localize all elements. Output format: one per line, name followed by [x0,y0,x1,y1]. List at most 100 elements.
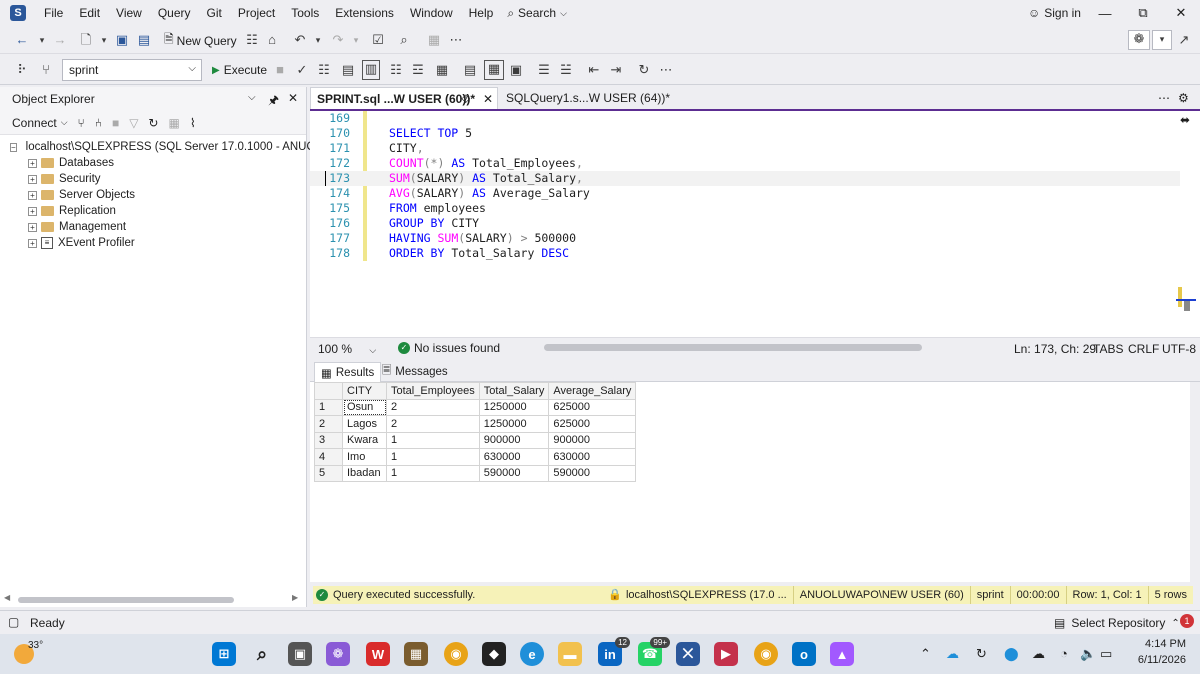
menu-git[interactable]: Git [199,6,230,20]
save-icon[interactable]: ▣ [114,32,130,48]
table-cell[interactable]: Imo [342,448,387,466]
cursor-position[interactable]: Ln: 173, Ch: 29 [1014,342,1096,356]
results-to-file-icon[interactable]: ▣ [508,62,524,78]
menu-file[interactable]: File [36,6,71,20]
table-cell[interactable]: Kwara [342,431,387,449]
specify-values-icon[interactable]: ↻ [636,62,652,78]
tree-node-databases[interactable]: + Databases [10,155,306,171]
column-header[interactable]: Average_Salary [548,382,637,400]
menu-query[interactable]: Query [150,6,199,20]
filter-icon[interactable]: ▽ [129,116,138,130]
find-icon[interactable]: ⌕ [396,32,412,48]
table-cell[interactable]: 1 [386,448,480,466]
table-cell[interactable]: 630000 [548,448,637,466]
chevron-down-icon[interactable]: ⌵ [248,92,256,103]
tab-results[interactable]: ▦ Results [314,362,382,382]
clock-date[interactable]: 6/11/2026 [1126,654,1186,666]
zoom-select[interactable]: 100 % ⌵ [318,342,376,356]
estimated-plan-icon[interactable]: ☷ [316,62,332,78]
row-number[interactable]: 2 [314,415,343,433]
table-cell[interactable]: 1 [386,464,480,482]
new-query-button[interactable]: 🗎 New Query [164,30,237,51]
outdent-icon[interactable]: ⇤ [586,62,602,78]
tree-node-replication[interactable]: + Replication [10,203,306,219]
undo-icon[interactable]: ↶ [292,32,308,48]
tab-messages[interactable]: 🗏 Messages [376,362,454,382]
canva-icon[interactable]: ▲ [830,642,854,666]
horizontal-scrollbar[interactable]: ◀ ▶ [4,593,302,605]
notifications-icon[interactable]: ▢ [8,615,19,629]
query-options-icon[interactable]: ▥ [362,60,380,80]
pin-icon[interactable]: ⯑ [461,92,470,107]
app-icon[interactable]: ▶ [714,642,738,666]
menu-view[interactable]: View [108,6,150,20]
menu-edit[interactable]: Edit [71,6,108,20]
table-cell[interactable]: Ibadan [342,464,387,482]
close-icon[interactable]: ✕ [483,92,493,106]
parse-check-icon[interactable]: ✓ [294,62,310,78]
chevron-up-icon[interactable]: ⌃ [920,646,931,662]
select-repository-button[interactable]: ▤ Select Repository ⌃ [1054,616,1180,630]
summary-icon[interactable]: ▦ [168,116,179,130]
app-tray-icon[interactable]: ⬤ [1004,646,1019,662]
table-row[interactable]: 5 Ibadan 1 590000 590000 [314,464,637,482]
row-number[interactable]: 3 [314,431,343,449]
connect-icon[interactable]: ⑂ [78,116,85,130]
database-select[interactable]: sprint ⌵ [62,59,202,81]
table-cell[interactable]: 625000 [548,415,637,433]
scroll-left-icon[interactable]: ◀ [4,593,10,602]
store-icon[interactable]: ▦ [404,642,428,666]
clock-time[interactable]: 4:14 PM [1134,638,1186,650]
table-cell[interactable]: 625000 [548,398,637,416]
column-header[interactable]: Total_Employees [386,382,480,400]
scrollbar-thumb[interactable] [1184,301,1190,311]
start-icon[interactable]: ⊞ [212,642,236,666]
more-icon[interactable]: ⋯ [448,32,464,48]
app-icon[interactable]: ◆ [482,642,506,666]
row-number[interactable]: 5 [314,464,343,482]
row-number-header[interactable] [314,382,343,400]
comment-icon[interactable]: ☰ [536,62,552,78]
table-cell[interactable]: 900000 [478,431,550,449]
save-all-icon[interactable]: ▤ [136,32,152,48]
volume-icon[interactable]: 🔈 [1080,646,1096,662]
scroll-right-icon[interactable]: ▶ [292,593,298,602]
properties-icon[interactable]: ▦ [426,32,442,48]
include-plan-icon[interactable]: ☷ [388,62,404,78]
wps-office-icon[interactable]: W [366,642,390,666]
minimize-icon[interactable]: — [1086,0,1124,26]
table-cell[interactable]: Osun [342,398,387,416]
expand-icon[interactable]: + [28,158,37,168]
table-cell[interactable]: 900000 [548,431,637,449]
table-cell[interactable]: 1250000 [478,398,550,416]
menu-tools[interactable]: Tools [283,6,327,20]
client-stats-icon[interactable]: ▦ [434,62,450,78]
new-file-icon[interactable]: 🗋 [78,32,94,48]
connect-icon[interactable]: ⑂ [38,62,54,78]
gear-icon[interactable]: ⚙ [1178,91,1189,105]
chevron-down-icon[interactable]: ▾ [1152,30,1172,50]
close-icon[interactable]: ✕ [288,91,298,105]
search-icon[interactable]: ⌕ [250,642,274,666]
pin-icon[interactable]: 🖈 [268,91,279,112]
file-explorer-icon[interactable]: ▬ [558,642,582,666]
task-view-icon[interactable]: ▣ [288,642,312,666]
tab-sqlquery1[interactable]: SQLQuery1.s...W USER (64))* [500,87,676,109]
table-cell[interactable]: 590000 [478,464,550,482]
issues-indicator[interactable]: ✓ No issues found [398,341,500,355]
table-cell[interactable]: 1250000 [478,415,550,433]
restore-icon[interactable]: ⧉ [1124,0,1162,26]
tree-node-management[interactable]: + Management [10,219,306,235]
wifi-icon[interactable]: ◔ [1060,646,1068,661]
live-stats-icon[interactable]: ☲ [410,62,426,78]
column-header[interactable]: Total_Salary [478,382,550,400]
table-row[interactable]: 2 Lagos 2 1250000 625000 [314,415,637,433]
expand-icon[interactable]: + [28,190,37,200]
results-to-text-icon[interactable]: ▤ [462,62,478,78]
expand-icon[interactable]: + [28,206,37,216]
notification-badge-icon[interactable]: 1 [1180,614,1194,628]
back-icon[interactable]: ← [14,32,30,48]
table-cell[interactable]: Lagos [342,415,387,433]
encoding[interactable]: UTF-8 [1162,342,1196,356]
intellisense-icon[interactable]: ▤ [340,62,356,78]
